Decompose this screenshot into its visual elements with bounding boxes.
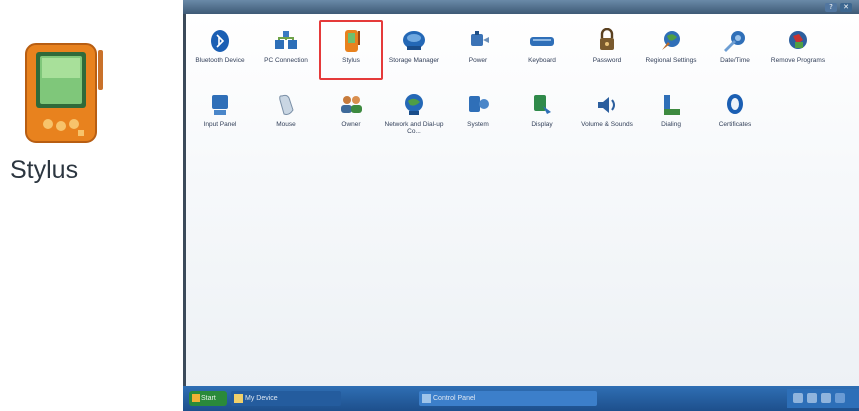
keyboard-icon — [527, 28, 557, 54]
cp-item-certificates[interactable]: Certificates — [703, 84, 767, 144]
network-icon — [399, 92, 429, 118]
cp-item-regional-settings[interactable]: Regional Settings — [639, 20, 703, 80]
cp-item-stylus[interactable]: Stylus — [319, 20, 383, 80]
control-panel-content: Bluetooth Device PC Connection Stylus St… — [186, 14, 859, 386]
cp-item-input-panel[interactable]: Input Panel — [188, 84, 252, 144]
bluetooth-icon — [205, 28, 235, 54]
storage-icon — [399, 28, 429, 54]
cp-item-keyboard[interactable]: Keyboard — [510, 20, 574, 80]
cp-item-date-time[interactable]: Date/Time — [703, 20, 767, 80]
callout-label: Stylus — [10, 156, 79, 184]
taskbar-item-my-device[interactable]: My Device — [231, 391, 341, 406]
system-tray — [787, 389, 859, 408]
stylus-callout: Stylus — [0, 0, 180, 411]
control-panel-icon — [422, 394, 431, 403]
cp-item-dialing[interactable]: Dialing — [639, 84, 703, 144]
control-panel-window: ? ✕ Bluetooth Device PC Connection Stylu… — [183, 0, 859, 411]
power-icon — [463, 28, 493, 54]
tray-icon-2[interactable] — [807, 393, 817, 403]
regional-settings-icon — [656, 28, 686, 54]
cp-item-mouse[interactable]: Mouse — [254, 84, 318, 144]
cp-item-storage-manager[interactable]: Storage Manager — [382, 20, 446, 80]
taskbar: Start My Device Control Panel — [183, 386, 859, 411]
volume-icon — [592, 92, 622, 118]
title-bar: ? ✕ — [183, 0, 859, 14]
cp-item-remove-programs[interactable]: Remove Programs — [766, 20, 830, 80]
cp-item-display[interactable]: Display — [510, 84, 574, 144]
cp-item-password[interactable]: Password — [575, 20, 639, 80]
system-icon — [463, 92, 493, 118]
owner-icon — [336, 92, 366, 118]
close-button[interactable]: ✕ — [840, 3, 852, 12]
tray-icon-4[interactable] — [835, 393, 845, 403]
folder-icon — [234, 394, 243, 403]
remove-programs-icon — [783, 28, 813, 54]
stylus-icon — [336, 28, 366, 54]
help-button[interactable]: ? — [825, 3, 837, 12]
cp-item-system[interactable]: System — [446, 84, 510, 144]
dialing-icon — [656, 92, 686, 118]
display-icon — [527, 92, 557, 118]
cp-item-power[interactable]: Power — [446, 20, 510, 80]
pc-connection-icon — [271, 28, 301, 54]
certificates-icon — [720, 92, 750, 118]
cp-item-pc-connection[interactable]: PC Connection — [254, 20, 318, 80]
cp-item-owner[interactable]: Owner — [319, 84, 383, 144]
date-time-icon — [720, 28, 750, 54]
start-button[interactable]: Start — [189, 391, 227, 406]
mouse-icon — [271, 92, 301, 118]
input-panel-icon — [205, 92, 235, 118]
windows-flag-icon — [192, 394, 200, 402]
password-icon — [592, 27, 622, 54]
cp-item-network[interactable]: Network and Dial-up Co... — [382, 84, 446, 144]
taskbar-item-control-panel[interactable]: Control Panel — [419, 391, 597, 406]
tray-icon-1[interactable] — [793, 393, 803, 403]
stylus-pda-icon — [18, 40, 108, 145]
cp-item-volume-sounds[interactable]: Volume & Sounds — [575, 84, 639, 144]
cp-item-bluetooth-device[interactable]: Bluetooth Device — [188, 20, 252, 80]
tray-icon-3[interactable] — [821, 393, 831, 403]
